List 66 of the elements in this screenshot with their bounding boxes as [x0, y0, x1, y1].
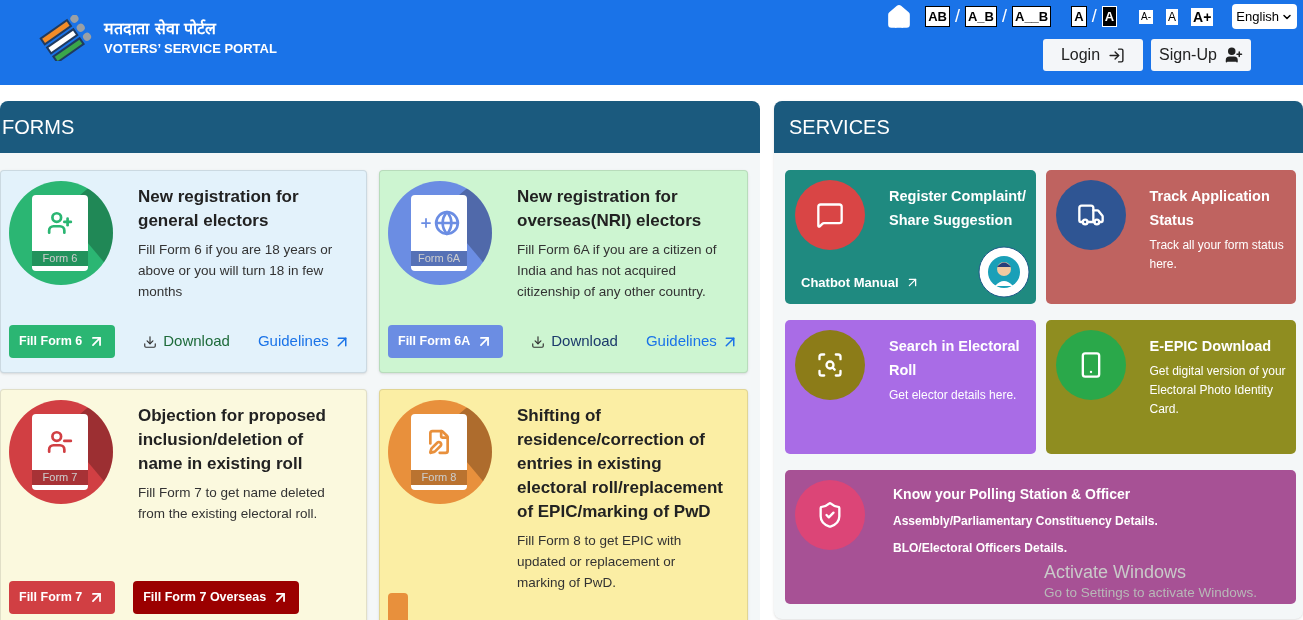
activation-notice-title: Activate Windows	[1044, 561, 1188, 583]
guidelines-link[interactable]: Guidelines	[645, 330, 739, 353]
service-title: Track Application Status	[1149, 187, 1271, 230]
services-title: SERVICES	[789, 115, 890, 140]
login-button[interactable]: Login	[1043, 39, 1143, 71]
font-size-button[interactable]: A	[1166, 8, 1179, 25]
separator-slash: /	[1002, 5, 1007, 28]
download-link[interactable]: Download	[531, 330, 618, 353]
service-card[interactable]: Track Application Status Track all your form status here.	[1045, 170, 1296, 304]
language-select[interactable]: English	[1232, 4, 1297, 29]
contrast-button[interactable]: A	[1101, 6, 1118, 27]
text-spacing-button[interactable]: A_B	[964, 6, 997, 27]
form-number-label: Form 6A	[411, 251, 467, 266]
chatbot-avatar-icon[interactable]	[977, 246, 1030, 298]
user-minus-icon	[47, 429, 73, 455]
service-description: Track all your form status here.	[1149, 237, 1285, 273]
globe-icon	[433, 210, 460, 236]
chatbot-manual-link[interactable]: Chatbot Manual	[801, 272, 920, 292]
fill-form-button[interactable]: Fill Form 7	[9, 581, 116, 614]
text-spacing-button[interactable]: A__B	[1012, 6, 1052, 27]
forms-title: FORMS	[2, 115, 75, 140]
service-title: Search in Electoral Roll	[889, 337, 1021, 380]
login-icon	[1108, 46, 1126, 64]
service-title: Know your Polling Station & Officer	[893, 485, 1132, 504]
form-card-description: Fill Form 7 to get name deleted from the existing electoral roll.	[138, 484, 326, 523]
download-icon	[143, 334, 158, 349]
download-icon	[531, 334, 546, 349]
chat-bubble-icon	[816, 201, 844, 229]
service-card[interactable]: Search in Electoral Roll Get elector details here.	[785, 320, 1036, 454]
user-plus-icon	[1224, 46, 1243, 64]
activation-notice-text: Go to Settings to activate Windows.	[1044, 584, 1258, 602]
fill-form-button[interactable]: Fill Form 7 Overseas	[133, 581, 300, 614]
download-link[interactable]: Download	[143, 330, 230, 353]
form-card-description: Fill Form 6A if you are a citizen of India and has not acquired citizenship of any other country.	[517, 241, 718, 301]
service-card[interactable]: E-EPIC Download Get digital version of your Electoral Photo Identity Card.	[1045, 320, 1296, 454]
pencil-lines-icon	[426, 429, 452, 455]
form-number-label: Form 6	[32, 251, 88, 266]
form-number-label: Form 7	[32, 470, 88, 485]
form-card-title: New registration for general electors	[138, 186, 300, 232]
separator-slash: /	[1091, 5, 1097, 28]
form-card-title: Shifting of residence/correction of entries in existing electoral roll/replacement of EPIC/marking of PwD	[517, 405, 724, 523]
plus-icon	[418, 216, 433, 230]
form-card-title: Objection for proposed inclusion/deletion of name in existing roll	[138, 405, 327, 475]
site-title: VOTERS’ SERVICE PORTAL	[104, 40, 277, 58]
service-card[interactable]: Register Complaint/ Share Suggestion Chatbot Manual	[785, 170, 1036, 304]
user-plus-icon	[47, 210, 73, 236]
separator-slash: /	[954, 5, 960, 28]
font-size-button[interactable]: A+	[1191, 7, 1214, 26]
text-spacing-button[interactable]: AB	[925, 6, 950, 27]
service-title: Register Complaint/ Share Suggestion	[889, 187, 1027, 230]
form-card-title: New registration for overseas(NRI) electors	[517, 186, 703, 232]
service-title: E-EPIC Download	[1149, 337, 1273, 356]
sign-up-button[interactable]: Sign-Up	[1151, 39, 1251, 71]
form-card-description: Fill Form 6 if you are 18 years or above or you will turn 18 in few months	[138, 241, 334, 301]
font-size-button[interactable]: A-	[1139, 9, 1154, 24]
form-number-label: Form 8	[411, 470, 467, 485]
guidelines-link[interactable]: Guidelines	[257, 330, 351, 353]
service-description: Assembly/Parliamentary Constituency Details.	[893, 513, 1158, 530]
service-description: BLO/Electoral Officers Details.	[893, 540, 1069, 557]
site-title-hindi: मतदाता सेवा पोर्टल	[104, 18, 218, 40]
contrast-button[interactable]: A	[1071, 6, 1087, 27]
service-description: Get elector details here.	[889, 387, 1018, 404]
home-icon[interactable]	[886, 3, 913, 30]
search-icon	[816, 351, 844, 379]
form-card-description: Fill Form 8 to get EPIC with updated or replacement or marking of PwD.	[517, 532, 683, 592]
service-description: Get digital version of your Electoral Photo Identity Card.	[1149, 363, 1287, 418]
